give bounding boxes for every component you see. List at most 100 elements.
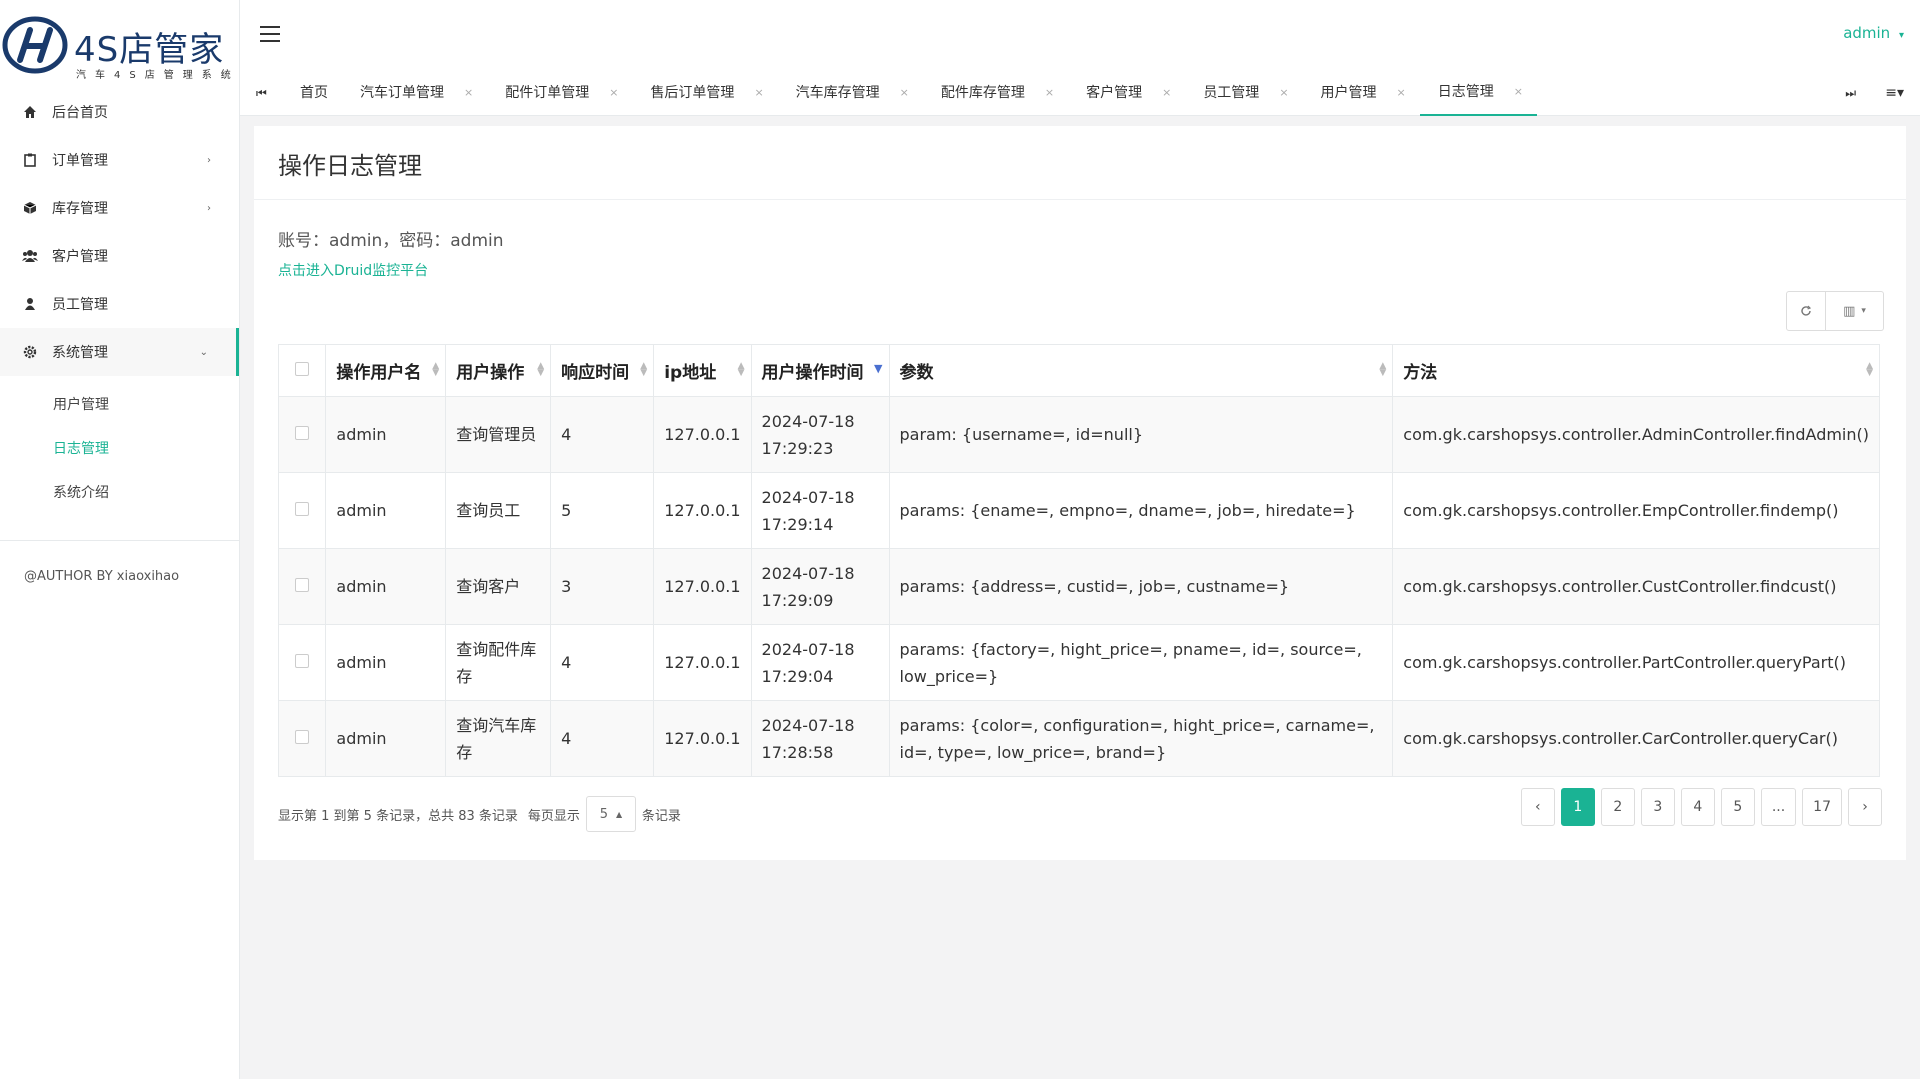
tab-logs[interactable]: 日志管理 × [1419, 68, 1537, 116]
tab-part-orders[interactable]: 配件订单管理 × [487, 68, 632, 116]
logo-subtitle: 汽车4S店管理系统 [76, 70, 240, 81]
close-icon[interactable]: × [1045, 86, 1054, 99]
tab-home[interactable]: 首页 [282, 68, 342, 116]
pagination-summary: 显示第 1 到第 5 条记录，总共 83 条记录 每页显示 5 ▲ 条记录 [278, 796, 681, 832]
next-page-button[interactable]: › [1848, 788, 1882, 826]
page-button-3[interactable]: 3 [1640, 788, 1675, 826]
sidebar-item-employees[interactable]: 员工管理 [0, 280, 239, 328]
cell-response: 4 [550, 700, 655, 777]
column-header-time[interactable]: 用户操作时间 ▼ [750, 344, 890, 397]
close-icon[interactable]: × [754, 86, 763, 99]
cell-action: 查询管理员 [445, 396, 552, 473]
table-toolbar: ▥ ▾ [1786, 291, 1884, 331]
close-icon[interactable]: × [464, 86, 473, 99]
table-row[interactable]: admin 查询汽车库存 4 127.0.0.1 2024-07-18 17:28… [277, 700, 1880, 777]
cell-user: admin [325, 624, 447, 701]
account-info: 账号：admin，密码：admin [278, 231, 504, 251]
page-size-select[interactable]: 5 ▲ [585, 796, 636, 832]
tab-car-stock[interactable]: 汽车库存管理 × [778, 68, 923, 116]
row-checkbox[interactable] [295, 730, 310, 744]
prev-page-button[interactable]: ‹ [1520, 788, 1555, 826]
tab-car-orders[interactable]: 汽车订单管理 × [342, 68, 487, 116]
sidebar-item-label: 系统管理 [52, 345, 108, 361]
column-header-ip[interactable]: ip地址 ▲ ▼ [653, 344, 752, 397]
sidebar-item-home[interactable]: 后台首页 [0, 88, 239, 136]
cube-icon [22, 200, 38, 216]
page-title: 操作日志管理 [254, 126, 1906, 200]
sidebar-subitem-users[interactable]: 用户管理 [0, 382, 239, 426]
page-button-1[interactable]: 1 [1560, 788, 1595, 826]
row-checkbox[interactable] [295, 502, 310, 516]
per-page-suffix: 条记录 [641, 808, 681, 824]
tab-options-icon[interactable]: ≡▾ [1885, 85, 1904, 101]
cell-response: 5 [550, 472, 655, 549]
cell-method: com.gk.carshopsys.controller.CarControll… [1392, 700, 1880, 777]
cell-ip: 127.0.0.1 [653, 472, 752, 549]
sidebar-item-orders[interactable]: 订单管理 › [0, 136, 239, 184]
cell-time: 2024-07-18 17:29:09 [750, 548, 890, 625]
close-icon[interactable]: × [1514, 85, 1523, 98]
cell-user: admin [325, 396, 447, 473]
log-panel: 操作日志管理 账号：admin，密码：admin 点击进入Druid监控平台 ▥… [254, 126, 1906, 860]
close-icon[interactable]: × [1279, 86, 1288, 99]
gear-icon [22, 344, 38, 360]
cell-method: com.gk.carshopsys.controller.EmpControll… [1392, 472, 1880, 549]
row-checkbox[interactable] [295, 426, 310, 440]
tab-label: 首页 [300, 85, 328, 101]
cell-date-text: 2024-07-18 [761, 563, 855, 583]
tab-aftersale-orders[interactable]: 售后订单管理 × [632, 68, 777, 116]
table-row[interactable]: admin 查询管理员 4 127.0.0.1 2024-07-18 17:29:… [277, 396, 1880, 473]
page-button-4[interactable]: 4 [1680, 788, 1715, 826]
close-icon[interactable]: × [609, 86, 618, 99]
cell-ip: 127.0.0.1 [653, 700, 752, 777]
close-icon[interactable]: × [900, 86, 909, 99]
table-header-row: 操作用户名 ▲ ▼ 用户操作 ▲ ▼ 响应时间 ▲ ▼ ip地址 ▲ ▼ 用户操作时间 ▼ 参数 ▲… [277, 344, 1880, 397]
scroll-tabs-left-icon[interactable]: ⏮ [256, 86, 267, 101]
row-select-cell [277, 624, 327, 701]
refresh-button[interactable] [1786, 291, 1826, 331]
druid-monitor-link[interactable]: 点击进入Druid监控平台 [278, 260, 428, 280]
refresh-icon [1801, 305, 1812, 316]
row-checkbox[interactable] [295, 578, 310, 592]
cell-date-text: 2024-07-18 [761, 487, 855, 507]
user-name: admin [1843, 24, 1891, 42]
tab-label: 配件订单管理 [505, 85, 590, 101]
cell-time-text: 17:29:14 [761, 514, 834, 534]
column-header-user[interactable]: 操作用户名 ▲ ▼ [325, 344, 447, 397]
per-page-prefix: 每页显示 [527, 808, 580, 824]
column-header-params[interactable]: 参数 ▲ ▼ [888, 344, 1394, 397]
table-row[interactable]: admin 查询配件库存 4 127.0.0.1 2024-07-18 17:29… [277, 624, 1880, 701]
tab-part-stock[interactable]: 配件库存管理 × [923, 68, 1068, 116]
table-row[interactable]: admin 查询客户 3 127.0.0.1 2024-07-18 17:29:0… [277, 548, 1880, 625]
tab-employees[interactable]: 员工管理 × [1185, 68, 1302, 116]
cell-ip: 127.0.0.1 [653, 624, 752, 701]
page-button-5[interactable]: 5 [1720, 788, 1755, 826]
scroll-tabs-right-icon[interactable]: ⏭ [1845, 86, 1856, 101]
sidebar-item-system[interactable]: 系统管理 ⌄ [0, 328, 239, 376]
sidebar-subitem-logs[interactable]: 日志管理 [0, 426, 239, 470]
cell-time-text: 17:29:23 [761, 438, 834, 458]
top-header: admin ▾ [240, 0, 1920, 68]
columns-toggle-button[interactable]: ▥ ▾ [1826, 291, 1884, 331]
row-checkbox[interactable] [295, 654, 310, 668]
sidebar-item-inventory[interactable]: 库存管理 › [0, 184, 239, 232]
close-icon[interactable]: × [1397, 86, 1406, 99]
table-row[interactable]: admin 查询员工 5 127.0.0.1 2024-07-18 17:29:1… [277, 472, 1880, 549]
tab-label: 售后订单管理 [650, 85, 735, 101]
column-header-method[interactable]: 方法 ▲ ▼ [1392, 344, 1880, 397]
page-button-17[interactable]: 17 [1802, 788, 1842, 826]
column-header-response[interactable]: 响应时间 ▲ ▼ [550, 344, 655, 397]
close-icon[interactable]: × [1162, 86, 1171, 99]
user-menu[interactable]: admin ▾ [1843, 24, 1904, 42]
menu-toggle-icon[interactable] [260, 26, 280, 42]
column-header-action[interactable]: 用户操作 ▲ ▼ [445, 344, 552, 397]
cell-ip: 127.0.0.1 [653, 548, 752, 625]
cell-user: admin [325, 548, 447, 625]
tab-users[interactable]: 用户管理 × [1303, 68, 1420, 116]
tab-customers[interactable]: 客户管理 × [1068, 68, 1185, 116]
page-button-2[interactable]: 2 [1600, 788, 1635, 826]
sidebar-subitem-about[interactable]: 系统介绍 [0, 470, 239, 514]
sidebar-item-label: 客户管理 [52, 249, 108, 265]
sidebar-item-customers[interactable]: 客户管理 [0, 232, 239, 280]
select-all-checkbox[interactable] [295, 361, 310, 376]
